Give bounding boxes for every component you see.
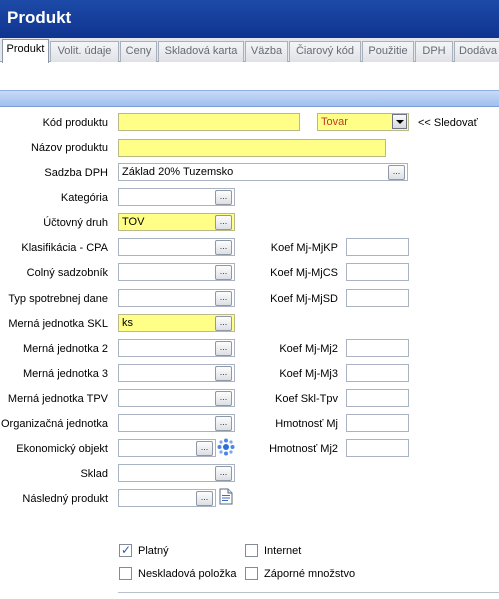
hmotnost-input[interactable] [346, 414, 409, 432]
label-mj3: Merná jednotka 3 [23, 368, 108, 380]
sledovat-link[interactable]: << Sledovať [418, 117, 478, 129]
hmotnost2-input[interactable] [346, 439, 409, 457]
platny-label: Platný [138, 545, 169, 557]
typ-spotrebnej-browse-button[interactable]: ... [215, 291, 232, 306]
tab-dodava[interactable]: Dodáva [454, 41, 499, 62]
kategoria-browse-button[interactable]: ... [215, 190, 232, 205]
label-hmotnost2: Hmotnosť Mj2 [269, 443, 338, 455]
label-koef-sd: Koef Mj-MjSD [270, 293, 338, 305]
internet-label: Internet [264, 545, 302, 557]
org-jednotka-browse-button[interactable]: ... [215, 416, 232, 431]
label-koef-tpv: Koef Skl-Tpv [275, 393, 338, 405]
tab-ciarovy-kod[interactable]: Čiarový kód [289, 41, 361, 62]
tab-skladova-karta[interactable]: Skladová karta [158, 41, 244, 62]
koef-sd-input[interactable] [346, 289, 409, 307]
colny-browse-button[interactable]: ... [215, 265, 232, 280]
ekon-objekt-browse-button[interactable]: ... [196, 441, 213, 456]
mj3-browse-button[interactable]: ... [215, 366, 232, 381]
ekon-objekt-tree-icon[interactable] [217, 438, 235, 456]
tab-strip: Produkt Volit. údaje Ceny Skladová karta… [0, 38, 499, 63]
tab-produkt[interactable]: Produkt [2, 39, 49, 63]
tab-pouzitie[interactable]: Použitie [362, 41, 414, 62]
label-nazov-produktu: Názov produktu [30, 142, 108, 154]
label-nasledny: Následný produkt [22, 493, 108, 505]
label-koef-mj2: Koef Mj-Mj2 [279, 343, 338, 355]
tab-vazba[interactable]: Väzba [245, 41, 288, 62]
uctovny-druh-browse-button[interactable]: ... [215, 215, 232, 230]
mj2-browse-button[interactable]: ... [215, 341, 232, 356]
koef-cs-input[interactable] [346, 263, 409, 281]
label-koef-kp: Koef Mj-MjKP [270, 242, 338, 254]
label-koef-mj3: Koef Mj-Mj3 [279, 368, 338, 380]
section-header-band [0, 90, 499, 107]
zaporne-label: Záporné množstvo [264, 568, 356, 580]
document-icon[interactable] [219, 488, 233, 505]
koef-mj2-input[interactable] [346, 339, 409, 357]
klasifikacia-browse-button[interactable]: ... [215, 240, 232, 255]
label-kod-produktu: Kód produktu [42, 117, 108, 129]
window-title: Produkt [7, 8, 72, 27]
neskladova-checkbox[interactable] [119, 567, 132, 580]
typ-combo-arrow[interactable] [392, 114, 407, 129]
label-mj-skl: Merná jednotka SKL [8, 318, 108, 330]
platny-checkbox[interactable] [119, 543, 132, 557]
label-mj-tpv: Merná jednotka TPV [7, 393, 108, 405]
label-hmotnost: Hmotnosť Mj [275, 418, 338, 430]
label-koef-cs: Koef Mj-MjCS [270, 267, 338, 279]
label-colny: Colný sadzobník [26, 267, 108, 279]
internet-checkbox[interactable] [245, 544, 258, 557]
koef-kp-input[interactable] [346, 238, 409, 256]
typ-combo-value: Tovar [321, 116, 348, 128]
label-org-jednotka: Organizačná jednotka [0, 418, 108, 430]
label-sadzba-dph: Sadzba DPH [44, 167, 108, 179]
bottom-divider [118, 592, 499, 593]
sadzba-dph-browse-button[interactable]: ... [388, 165, 405, 180]
label-uctovny-druh: Účtovný druh [43, 217, 108, 229]
label-kategoria: Kategória [60, 192, 108, 204]
koef-tpv-input[interactable] [346, 389, 409, 407]
nasledny-browse-button[interactable]: ... [196, 491, 213, 506]
label-typ-spotrebnej: Typ spotrebnej dane [8, 293, 108, 305]
label-ekon-objekt: Ekonomický objekt [16, 443, 108, 455]
window-titlebar: Produkt [0, 0, 499, 38]
tab-ceny[interactable]: Ceny [120, 41, 157, 62]
mj-skl-browse-button[interactable]: ... [215, 316, 232, 331]
mj-tpv-browse-button[interactable]: ... [215, 391, 232, 406]
nazov-produktu-input[interactable] [118, 139, 386, 157]
sklad-browse-button[interactable]: ... [215, 466, 232, 481]
label-klasifikacia: Klasifikácia - CPA [21, 242, 108, 254]
label-mj2: Merná jednotka 2 [23, 343, 108, 355]
tab-dph[interactable]: DPH [415, 41, 453, 62]
tab-volit-udaje[interactable]: Volit. údaje [50, 41, 119, 62]
sadzba-dph-input[interactable]: Základ 20% Tuzemsko [118, 163, 408, 181]
zaporne-checkbox[interactable] [245, 567, 258, 580]
label-sklad: Sklad [80, 468, 108, 480]
koef-mj3-input[interactable] [346, 364, 409, 382]
kod-produktu-input[interactable] [118, 113, 300, 131]
neskladova-label: Neskladová položka [138, 568, 237, 580]
